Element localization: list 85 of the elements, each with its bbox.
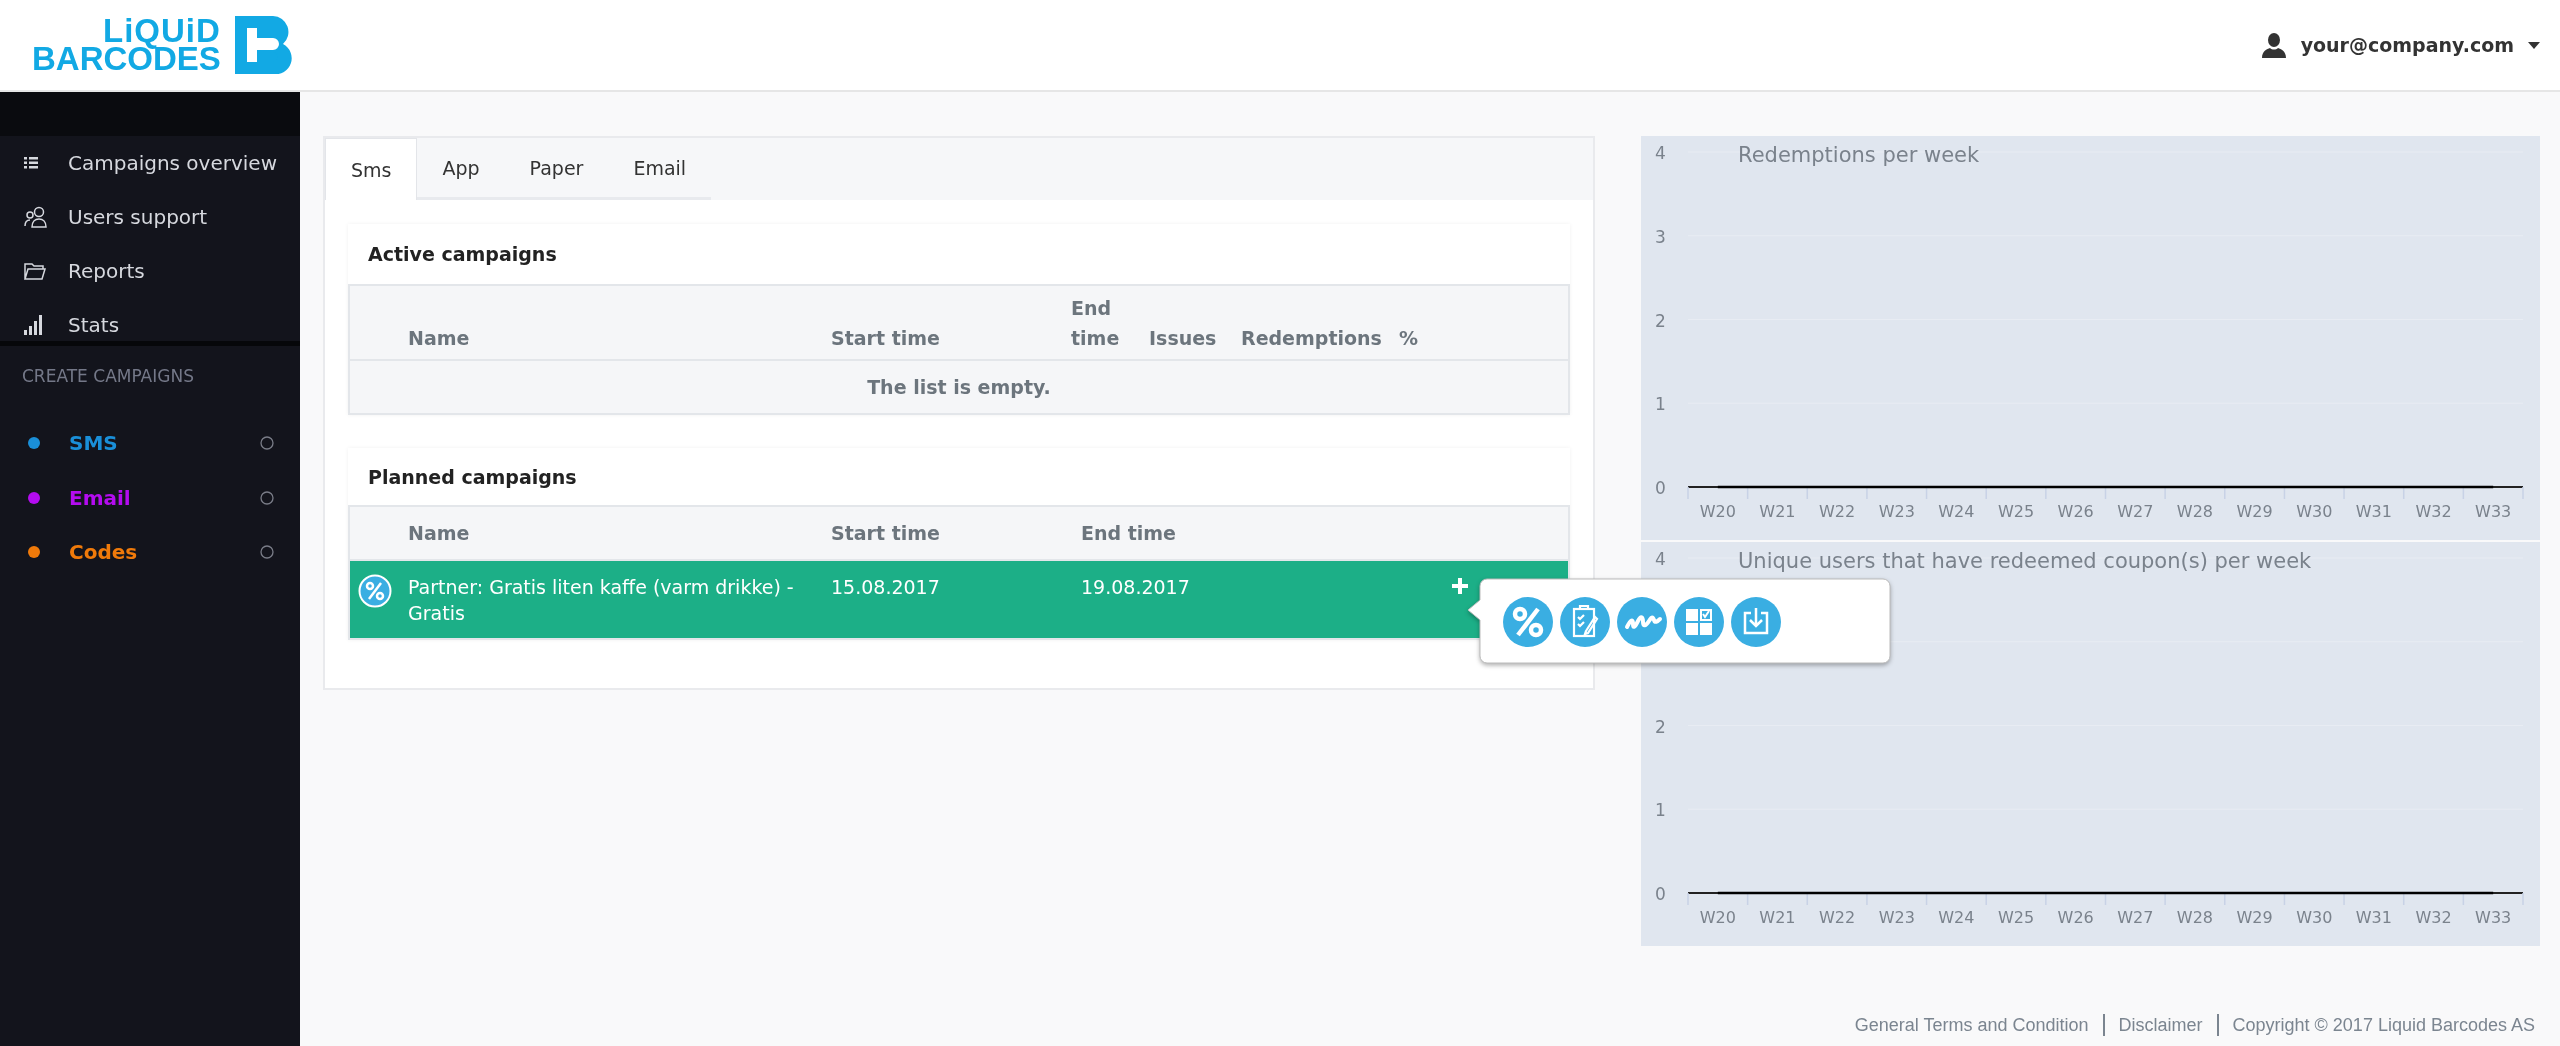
axis-tick-label: 0	[1655, 884, 1666, 904]
axis-tick-label: 2	[1655, 716, 1666, 737]
create-campaign-link[interactable]: SMS	[69, 431, 260, 456]
section-title: Active campaigns	[367, 242, 558, 267]
axis-tick-label: W25	[1997, 908, 2035, 927]
axis-tick-label: 4	[1655, 549, 1666, 569]
axis-tick-label: W21	[1759, 502, 1796, 521]
folder-icon	[24, 262, 46, 280]
axis-tick-label: W29	[2236, 502, 2273, 521]
axis-tick-label: 1	[1655, 394, 1666, 415]
signature-icon[interactable]	[1617, 597, 1667, 647]
grid-checkbox-icon[interactable]	[1674, 597, 1724, 647]
percent-icon	[358, 574, 392, 608]
axis-tick-label: W21	[1759, 908, 1796, 927]
plus-icon[interactable]	[1452, 578, 1468, 594]
axis-tick-label: W27	[2117, 502, 2154, 521]
chart-title: Redemptions per week	[1738, 143, 1980, 167]
axis-tick-label: W22	[1819, 908, 1856, 927]
axis-tick-label: W31	[2355, 908, 2392, 927]
axis-tick-label: W25	[1997, 502, 2035, 521]
empty-message: The list is empty.	[349, 360, 1569, 414]
axis-tick-label: W23	[1878, 502, 1915, 521]
caret-icon	[2528, 41, 2540, 49]
logo-icon	[234, 16, 293, 74]
users-icon	[24, 206, 48, 228]
axis-tick-label: W24	[1938, 502, 1975, 521]
clipboard-icon[interactable]	[1560, 597, 1610, 647]
user-icon	[2260, 32, 2287, 58]
list-icon	[24, 157, 38, 169]
column-header: Name	[408, 506, 831, 560]
axis-tick-label: 2	[1655, 310, 1666, 331]
column-header: Issues	[1149, 285, 1241, 360]
chart-title: Unique users that have redeemed coupon(s) per week	[1738, 549, 2312, 573]
section-title: Planned campaigns	[367, 464, 578, 490]
axis-tick-label: 1	[1655, 800, 1666, 821]
sidebar-item[interactable]: Users support	[0, 190, 300, 244]
axis-tick-label: W23	[1878, 908, 1915, 927]
table-cell: Partner: Gratis liten kaffe (varm drikke) - Gratis	[408, 576, 794, 624]
footer-link[interactable]: General Terms and Condition	[1854, 1014, 2089, 1036]
axis-tick-label: 3	[1655, 226, 1666, 247]
create-campaign-link[interactable]: Codes	[69, 540, 260, 565]
section-title: CREATE CAMPAIGNS	[21, 365, 195, 388]
bar-chart-icon	[24, 315, 43, 335]
radio-icon[interactable]	[260, 490, 274, 505]
column-header: Name	[408, 285, 831, 360]
axis-tick-label: W33	[2475, 908, 2512, 927]
axis-tick-label: W30	[2296, 908, 2333, 927]
axis-tick-label: W20	[1699, 502, 1736, 521]
axis-tick-label: W26	[2057, 502, 2094, 521]
download-icon[interactable]	[1731, 597, 1781, 647]
axis-tick-label: W28	[2176, 908, 2214, 927]
axis-tick-label: W27	[2117, 908, 2154, 927]
axis-tick-label: W32	[2415, 908, 2452, 927]
axis-tick-label: W30	[2296, 502, 2333, 521]
column-header: Redemptions	[1241, 285, 1399, 360]
user-email: your@company.com	[2300, 34, 2514, 56]
sidebar-item[interactable]: Reports	[0, 244, 300, 298]
axis-tick-label: W33	[2475, 502, 2512, 521]
radio-icon[interactable]	[260, 436, 274, 451]
axis-tick-label: W22	[1819, 502, 1856, 521]
copyright-text: Copyright © 2017 Liquid Barcodes AS	[2232, 1014, 2535, 1036]
axis-tick-label: W32	[2415, 502, 2452, 521]
column-header: Start time	[831, 285, 1071, 360]
axis-tick-label: W28	[2176, 502, 2214, 521]
axis-tick-label: W29	[2236, 908, 2273, 927]
sidebar-item[interactable]: Campaigns overview	[0, 136, 300, 190]
axis-tick-label: 4	[1655, 143, 1666, 163]
create-campaign-link[interactable]: Email	[69, 485, 260, 510]
radio-icon[interactable]	[260, 545, 274, 560]
tab[interactable]: Sms	[325, 138, 418, 200]
axis-tick-label: 0	[1655, 478, 1666, 498]
axis-tick-label: W31	[2355, 502, 2392, 521]
user-menu[interactable]: your@company.com	[2260, 32, 2540, 58]
footer-link[interactable]: Disclaimer	[2118, 1014, 2203, 1036]
axis-tick-label: W26	[2057, 908, 2094, 927]
column-header: End time	[1071, 285, 1149, 360]
column-header: End time	[1081, 506, 1569, 560]
axis-tick-label: W20	[1699, 908, 1736, 927]
sidebar-item[interactable]: Stats	[0, 298, 300, 352]
percent-icon[interactable]	[1503, 597, 1553, 647]
column-header: Start time	[831, 506, 1081, 560]
axis-tick-label: W24	[1938, 908, 1975, 927]
table-cell: 15.08.2017	[831, 576, 940, 598]
table-cell-text: 19.08.2017	[1081, 575, 1190, 600]
column-header: %	[1399, 285, 1484, 360]
